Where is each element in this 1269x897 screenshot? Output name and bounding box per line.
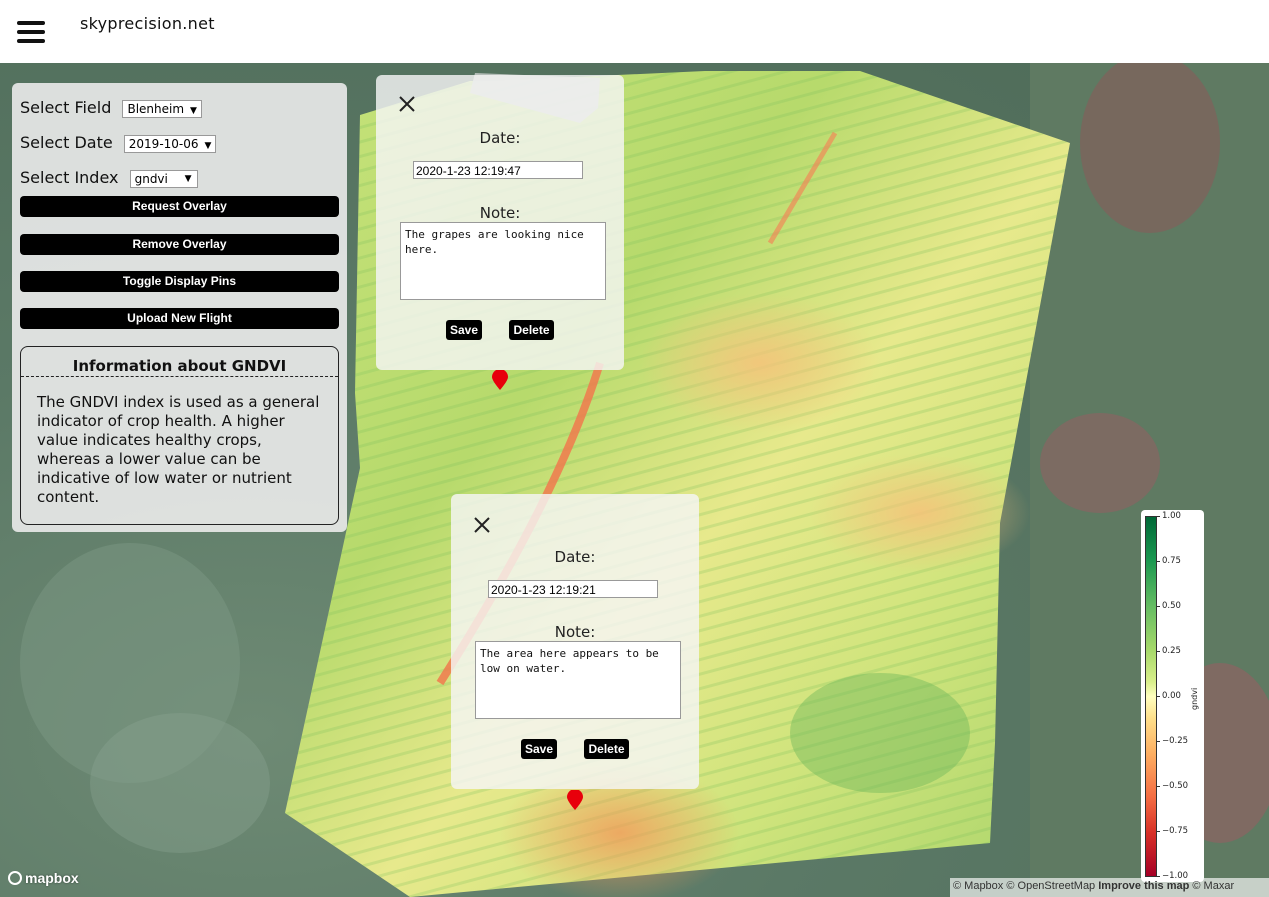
field-select[interactable]: Blenheim ▼ xyxy=(122,99,202,118)
colorbar-label: gndvi xyxy=(1190,687,1199,710)
mapbox-logo[interactable]: mapbox xyxy=(8,870,79,886)
date-select[interactable]: 2019-10-06 ▼ xyxy=(123,134,217,153)
index-label: Select Index xyxy=(20,168,119,187)
note-textarea[interactable]: The area here appears to be low on water… xyxy=(475,641,681,719)
site-title: skyprecision.net xyxy=(80,14,215,33)
colorbar-tick: 0.50 xyxy=(1157,601,1181,611)
top-bar: skyprecision.net xyxy=(0,0,1269,63)
note-label: Note: xyxy=(554,623,596,641)
remove-overlay-button[interactable]: Remove Overlay xyxy=(20,234,339,255)
colorbar-tick: −0.75 xyxy=(1156,826,1189,836)
colorbar-tick: 0.25 xyxy=(1157,646,1181,656)
pin-note-popup: Date: 2020-1-23 12:19:21 Note: The area … xyxy=(451,494,699,789)
dropdown-arrow-icon: ▼ xyxy=(204,140,212,151)
hamburger-menu-icon[interactable] xyxy=(17,21,45,43)
save-button[interactable]: Save xyxy=(521,739,557,759)
colorbar-legend: 1.00 0.75 0.50 0.25 0.00 −0.25 −0.50 −0.… xyxy=(1141,510,1204,882)
colorbar-tick: 0.75 xyxy=(1157,556,1181,566)
date-label: Date: xyxy=(554,548,596,566)
colorbar-tick: 1.00 xyxy=(1157,511,1181,521)
control-panel: Select Field Blenheim ▼ Select Date 2019-… xyxy=(12,83,347,532)
delete-button[interactable]: Delete xyxy=(584,739,629,759)
pin-note-popup: Date: 2020-1-23 12:19:47 Note: The grape… xyxy=(376,75,624,370)
field-row: Select Field Blenheim ▼ xyxy=(20,98,202,118)
info-title: Information about GNDVI xyxy=(21,347,338,377)
map-pin-icon[interactable] xyxy=(492,370,508,390)
request-overlay-button[interactable]: Request Overlay xyxy=(20,196,339,217)
upload-flight-button[interactable]: Upload New Flight xyxy=(20,308,339,329)
improve-map-link[interactable]: Improve this map xyxy=(1098,880,1189,892)
save-button[interactable]: Save xyxy=(446,320,482,340)
map-attribution: © Mapbox © OpenStreetMap Improve this ma… xyxy=(950,878,1269,897)
field-label: Select Field xyxy=(20,98,112,117)
mapbox-logo-text: mapbox xyxy=(25,870,79,886)
date-row: Select Date 2019-10-06 ▼ xyxy=(20,133,217,153)
toggle-pins-button[interactable]: Toggle Display Pins xyxy=(20,271,339,292)
close-icon[interactable] xyxy=(396,93,418,115)
close-icon[interactable] xyxy=(471,514,493,536)
index-select[interactable]: gndvi ▼ xyxy=(129,169,198,188)
index-row: Select Index gndvi ▼ xyxy=(20,168,198,188)
mapbox-logo-icon xyxy=(8,871,22,885)
info-box: Information about GNDVI The GNDVI index … xyxy=(20,346,339,525)
index-select-value: gndvi xyxy=(134,171,168,186)
delete-button[interactable]: Delete xyxy=(509,320,554,340)
note-label: Note: xyxy=(479,204,521,222)
osm-attribution-link[interactable]: © OpenStreetMap xyxy=(1006,880,1095,892)
info-body: The GNDVI index is used as a general ind… xyxy=(37,393,320,506)
mapbox-attribution-link[interactable]: © Mapbox xyxy=(953,880,1003,892)
map-pin-icon[interactable] xyxy=(567,790,583,810)
dropdown-arrow-icon: ▼ xyxy=(184,173,192,184)
colorbar-tick: −0.25 xyxy=(1156,736,1189,746)
note-textarea[interactable]: The grapes are looking nice here. xyxy=(400,222,606,300)
colorbar-tick: −0.50 xyxy=(1156,781,1189,791)
date-select-value: 2019-10-06 xyxy=(128,136,199,151)
date-field[interactable]: 2020-1-23 12:19:21 xyxy=(488,580,658,598)
dropdown-arrow-icon: ▼ xyxy=(190,105,197,116)
date-field[interactable]: 2020-1-23 12:19:47 xyxy=(413,161,583,179)
colorbar-tick: 0.00 xyxy=(1157,691,1181,701)
maxar-attribution-link[interactable]: © Maxar xyxy=(1192,880,1234,892)
field-select-value: Blenheim xyxy=(127,101,185,116)
date-label: Date: xyxy=(479,129,521,147)
colorbar-gradient xyxy=(1145,516,1157,877)
date-label: Select Date xyxy=(20,133,113,152)
